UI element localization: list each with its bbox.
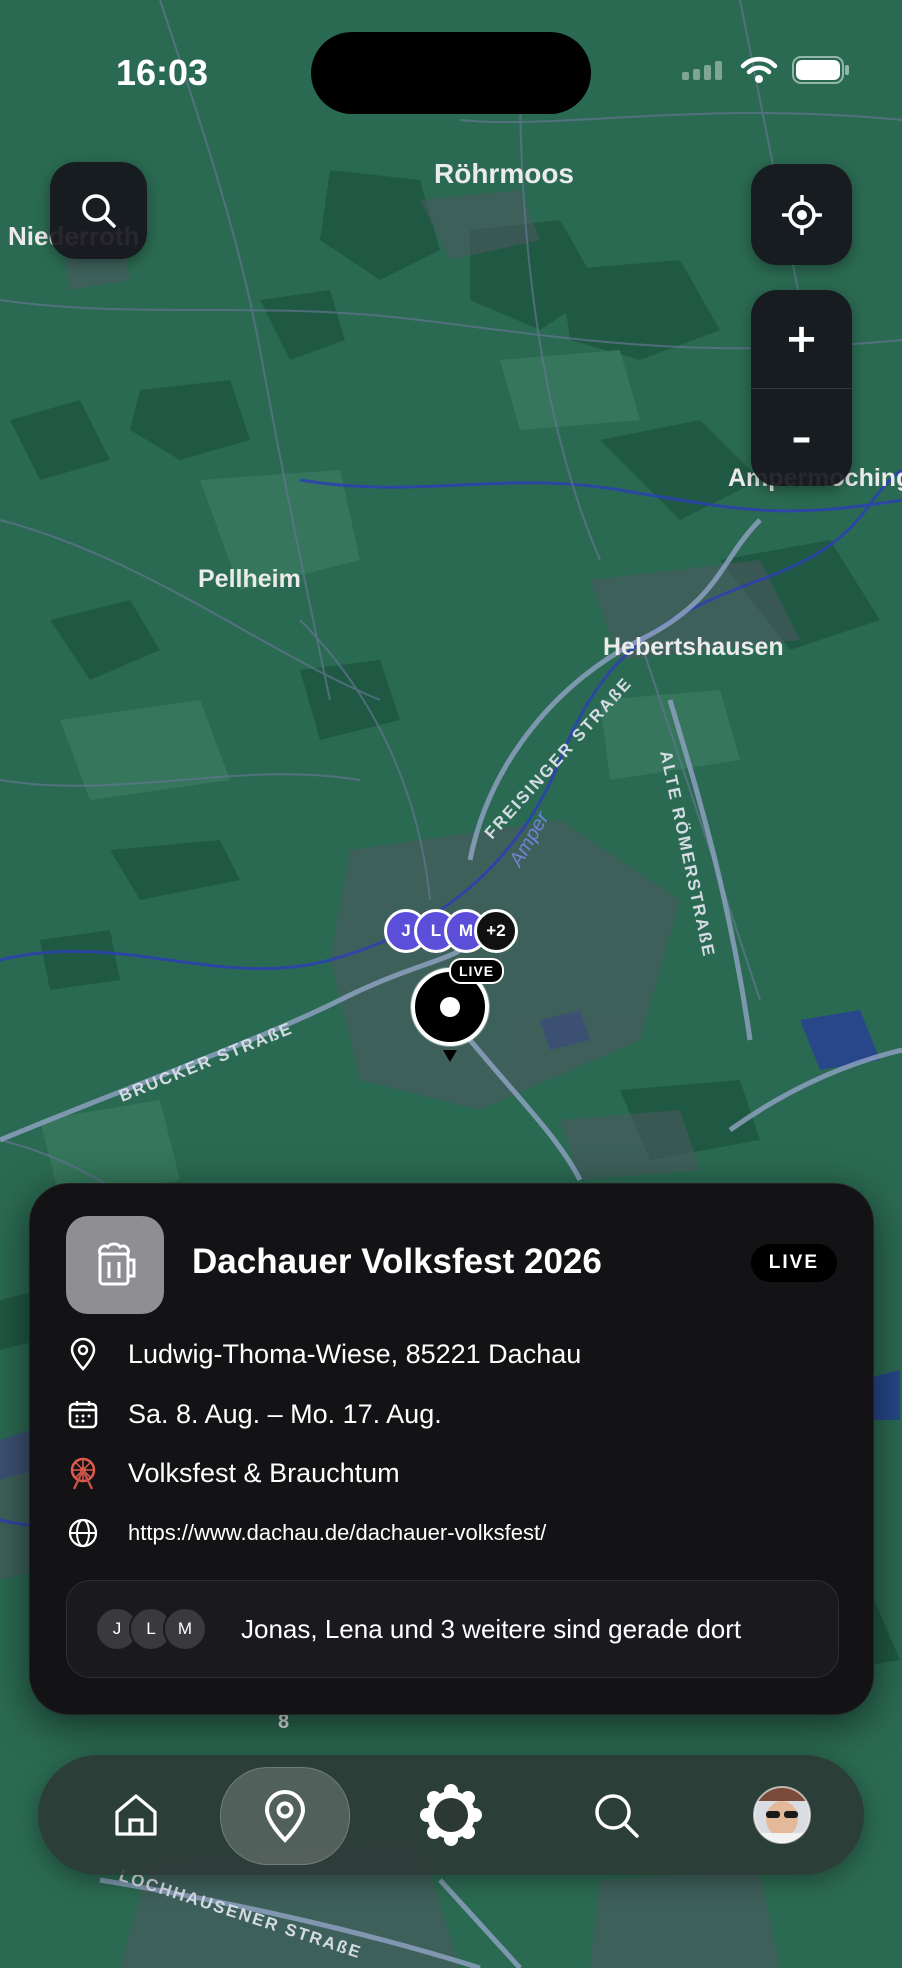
location-pin-icon — [66, 1337, 100, 1371]
event-category: Volksfest & Brauchtum — [128, 1457, 400, 1488]
status-time: 16:03 — [116, 52, 209, 93]
pin-dot — [440, 997, 460, 1017]
event-category-tile — [66, 1216, 164, 1314]
zoom-in-button[interactable]: + — [751, 290, 852, 388]
tab-bar — [38, 1755, 864, 1875]
cluster-more-count: +2 — [474, 909, 518, 953]
friend-avatar: M — [163, 1607, 207, 1651]
battery-icon — [792, 56, 849, 84]
friends-avatar-stack: J L M — [95, 1607, 207, 1651]
event-title: Dachauer Volksfest 2026 — [192, 1242, 602, 1281]
event-website-row[interactable]: https://www.dachau.de/dachauer-volksfest… — [66, 1516, 546, 1550]
live-badge: LIVE — [750, 1244, 837, 1282]
globe-icon — [66, 1516, 100, 1550]
event-address: Ludwig-Thoma-Wiese, 85221 Dachau — [128, 1338, 582, 1369]
status-icons — [682, 56, 850, 84]
friends-present-text: Jonas, Lena und 3 weitere sind gerade do… — [241, 1613, 742, 1644]
dynamic-island — [311, 32, 591, 114]
locate-me-button[interactable] — [751, 164, 852, 265]
map-pin-icon — [264, 1790, 306, 1843]
tab-home[interactable] — [72, 1767, 200, 1863]
event-address-row[interactable]: Ludwig-Thoma-Wiese, 85221 Dachau — [66, 1337, 581, 1371]
pin-live-badge: LIVE — [449, 958, 505, 984]
tab-map[interactable] — [220, 1767, 350, 1865]
search-icon — [595, 1794, 639, 1838]
event-card[interactable]: Dachauer Volksfest 2026 LIVE Ludwig-Thom… — [29, 1183, 874, 1715]
circle-badge-icon — [420, 1784, 482, 1846]
event-website-link[interactable]: https://www.dachau.de/dachauer-volksfest… — [128, 1520, 546, 1546]
crosshair-icon — [781, 194, 822, 235]
calendar-icon — [66, 1397, 100, 1431]
friends-present-banner[interactable]: J L M Jonas, Lena und 3 weitere sind ger… — [66, 1580, 839, 1678]
zoom-controls: + – — [751, 290, 852, 486]
tab-moments[interactable] — [387, 1767, 515, 1863]
event-category-row: Volksfest & Brauchtum — [66, 1456, 400, 1490]
tab-profile[interactable] — [718, 1767, 846, 1863]
tab-search[interactable] — [552, 1767, 680, 1863]
pin-pointer — [443, 1050, 457, 1062]
event-dates-row: Sa. 8. Aug. – Mo. 17. Aug. — [66, 1397, 442, 1431]
profile-avatar — [753, 1786, 811, 1844]
signal-icon — [682, 61, 722, 80]
home-icon — [115, 1794, 157, 1836]
zoom-out-button[interactable]: – — [751, 389, 852, 486]
beer-mug-icon — [98, 1242, 136, 1286]
ferris-wheel-icon — [66, 1456, 100, 1490]
map-search-button[interactable] — [50, 162, 147, 259]
wifi-icon — [740, 56, 778, 83]
search-icon — [81, 193, 116, 228]
event-dates: Sa. 8. Aug. – Mo. 17. Aug. — [128, 1398, 442, 1429]
